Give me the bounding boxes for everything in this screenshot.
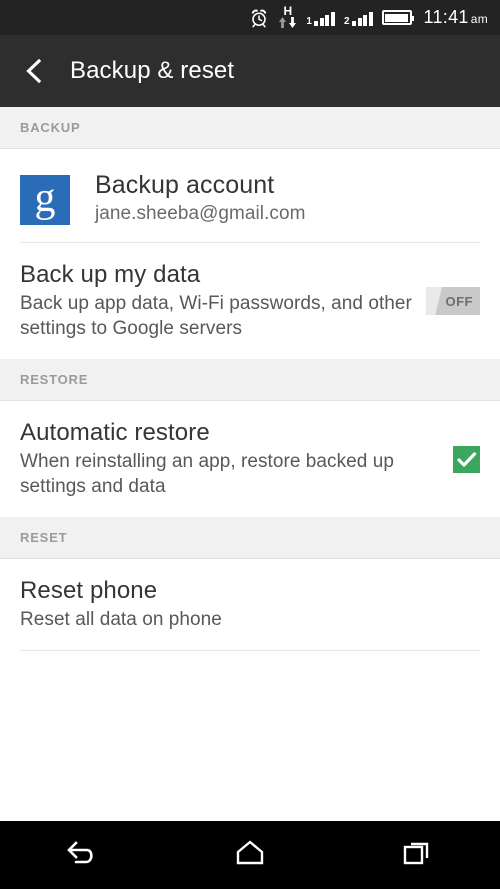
page-title: Backup & reset [70,57,235,84]
backup-account-email: jane.sheeba@gmail.com [95,203,306,224]
signal-bars-sim2: 2 [344,10,373,26]
navigation-bar [0,821,500,889]
backup-account-title: Backup account [95,171,275,199]
back-up-my-data-switch[interactable]: OFF [426,287,480,315]
signal-bar [325,14,330,26]
signal-bar [330,11,335,26]
google-g-logo-icon: g [20,175,70,225]
clock-time: 11:41 [423,7,469,27]
network-type-label: H [283,4,293,18]
row-automatic-restore[interactable]: Automatic restore When reinstalling an a… [0,401,500,517]
signal-bars-sim1: 1 [306,10,335,26]
status-icons: H 1 2 11:41 am [249,4,489,29]
signal-bar [352,20,356,26]
back-chevron-icon[interactable] [22,58,48,84]
row-back-up-my-data[interactable]: Back up my data Back up app data, Wi-Fi … [0,243,500,359]
reset-phone-description: Reset all data on phone [20,609,222,630]
row-backup-account[interactable]: g Backup account jane.sheeba@gmail.com [0,149,500,242]
back-up-my-data-description: Back up app data, Wi-Fi passwords, and o… [20,293,412,339]
back-up-my-data-title: Back up my data [20,261,201,288]
home-icon [235,839,265,872]
sim2-label: 2 [343,15,350,27]
recent-apps-icon [402,839,432,872]
network-type-indicator: H [278,4,297,29]
clock-ampm: am [470,12,488,26]
action-bar: Backup & reset [0,35,500,107]
nav-back-button[interactable] [43,831,123,879]
automatic-restore-description: When reinstalling an app, restore backed… [20,451,394,497]
section-header-reset: RESET [0,517,500,559]
divider [20,650,480,651]
section-header-restore: RESTORE [0,359,500,401]
section-header-backup: BACKUP [0,107,500,149]
reset-phone-title: Reset phone [20,577,158,604]
nav-home-button[interactable] [210,831,290,879]
status-bar-clock: 11:41 am [424,7,489,28]
up-down-arrows-icon [278,16,297,29]
automatic-restore-checkbox[interactable] [453,445,480,473]
signal-bar [368,11,373,26]
signal-bar [314,20,319,26]
sim1-label: 1 [306,15,312,27]
checkmark-icon [457,451,477,467]
battery-icon [381,10,414,25]
back-icon [66,838,100,873]
signal-bar [319,17,324,26]
signal-bar [363,14,367,26]
status-bar: H 1 2 11:41 am [0,0,500,35]
alarm-clock-icon [249,8,269,28]
phone-screen: H 1 2 11:41 am Backup & reset BACKUP g B… [0,0,500,889]
switch-state-label: OFF [445,293,473,309]
settings-list: BACKUP g Backup account jane.sheeba@gmai… [0,107,500,821]
automatic-restore-title: Automatic restore [20,419,210,446]
nav-recents-button[interactable] [377,831,457,879]
signal-bar [357,17,362,26]
row-reset-phone[interactable]: Reset phone Reset all data on phone [0,559,500,650]
